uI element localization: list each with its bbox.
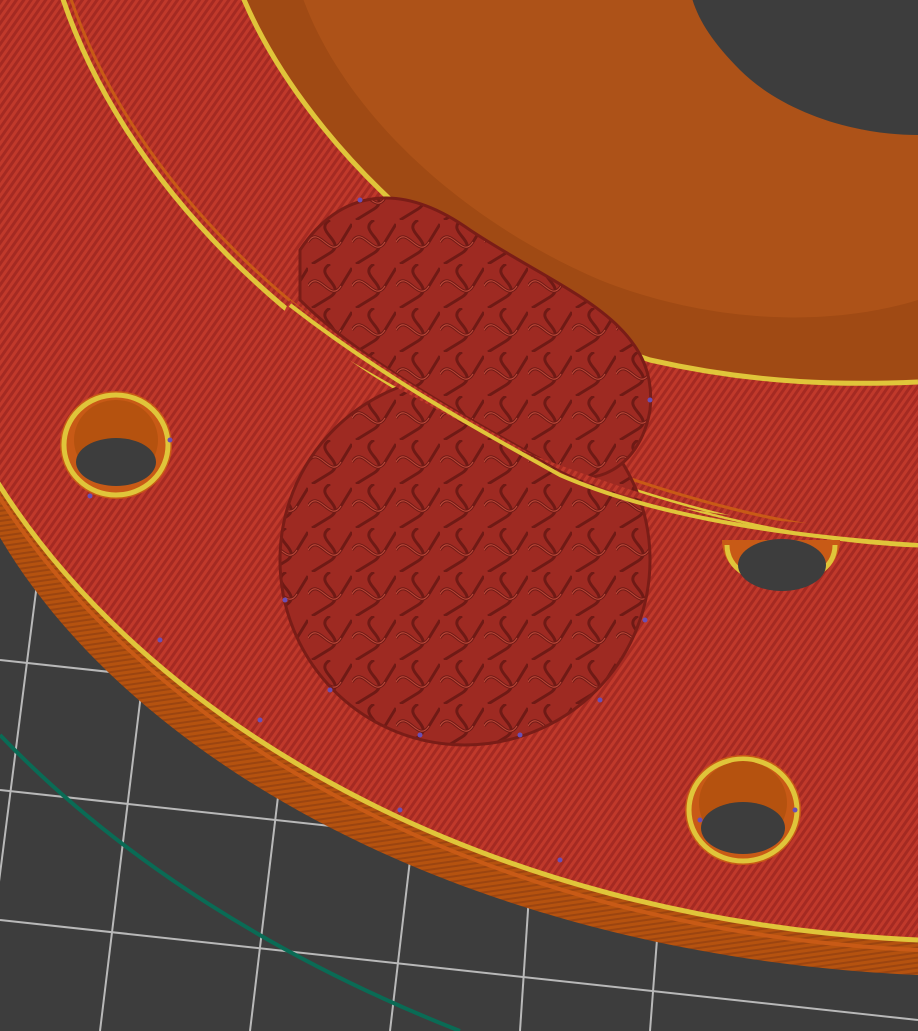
mounting-hole-bottom <box>685 755 801 865</box>
slicer-3d-viewport[interactable] <box>0 0 918 1031</box>
mounting-hole-left <box>60 391 172 499</box>
